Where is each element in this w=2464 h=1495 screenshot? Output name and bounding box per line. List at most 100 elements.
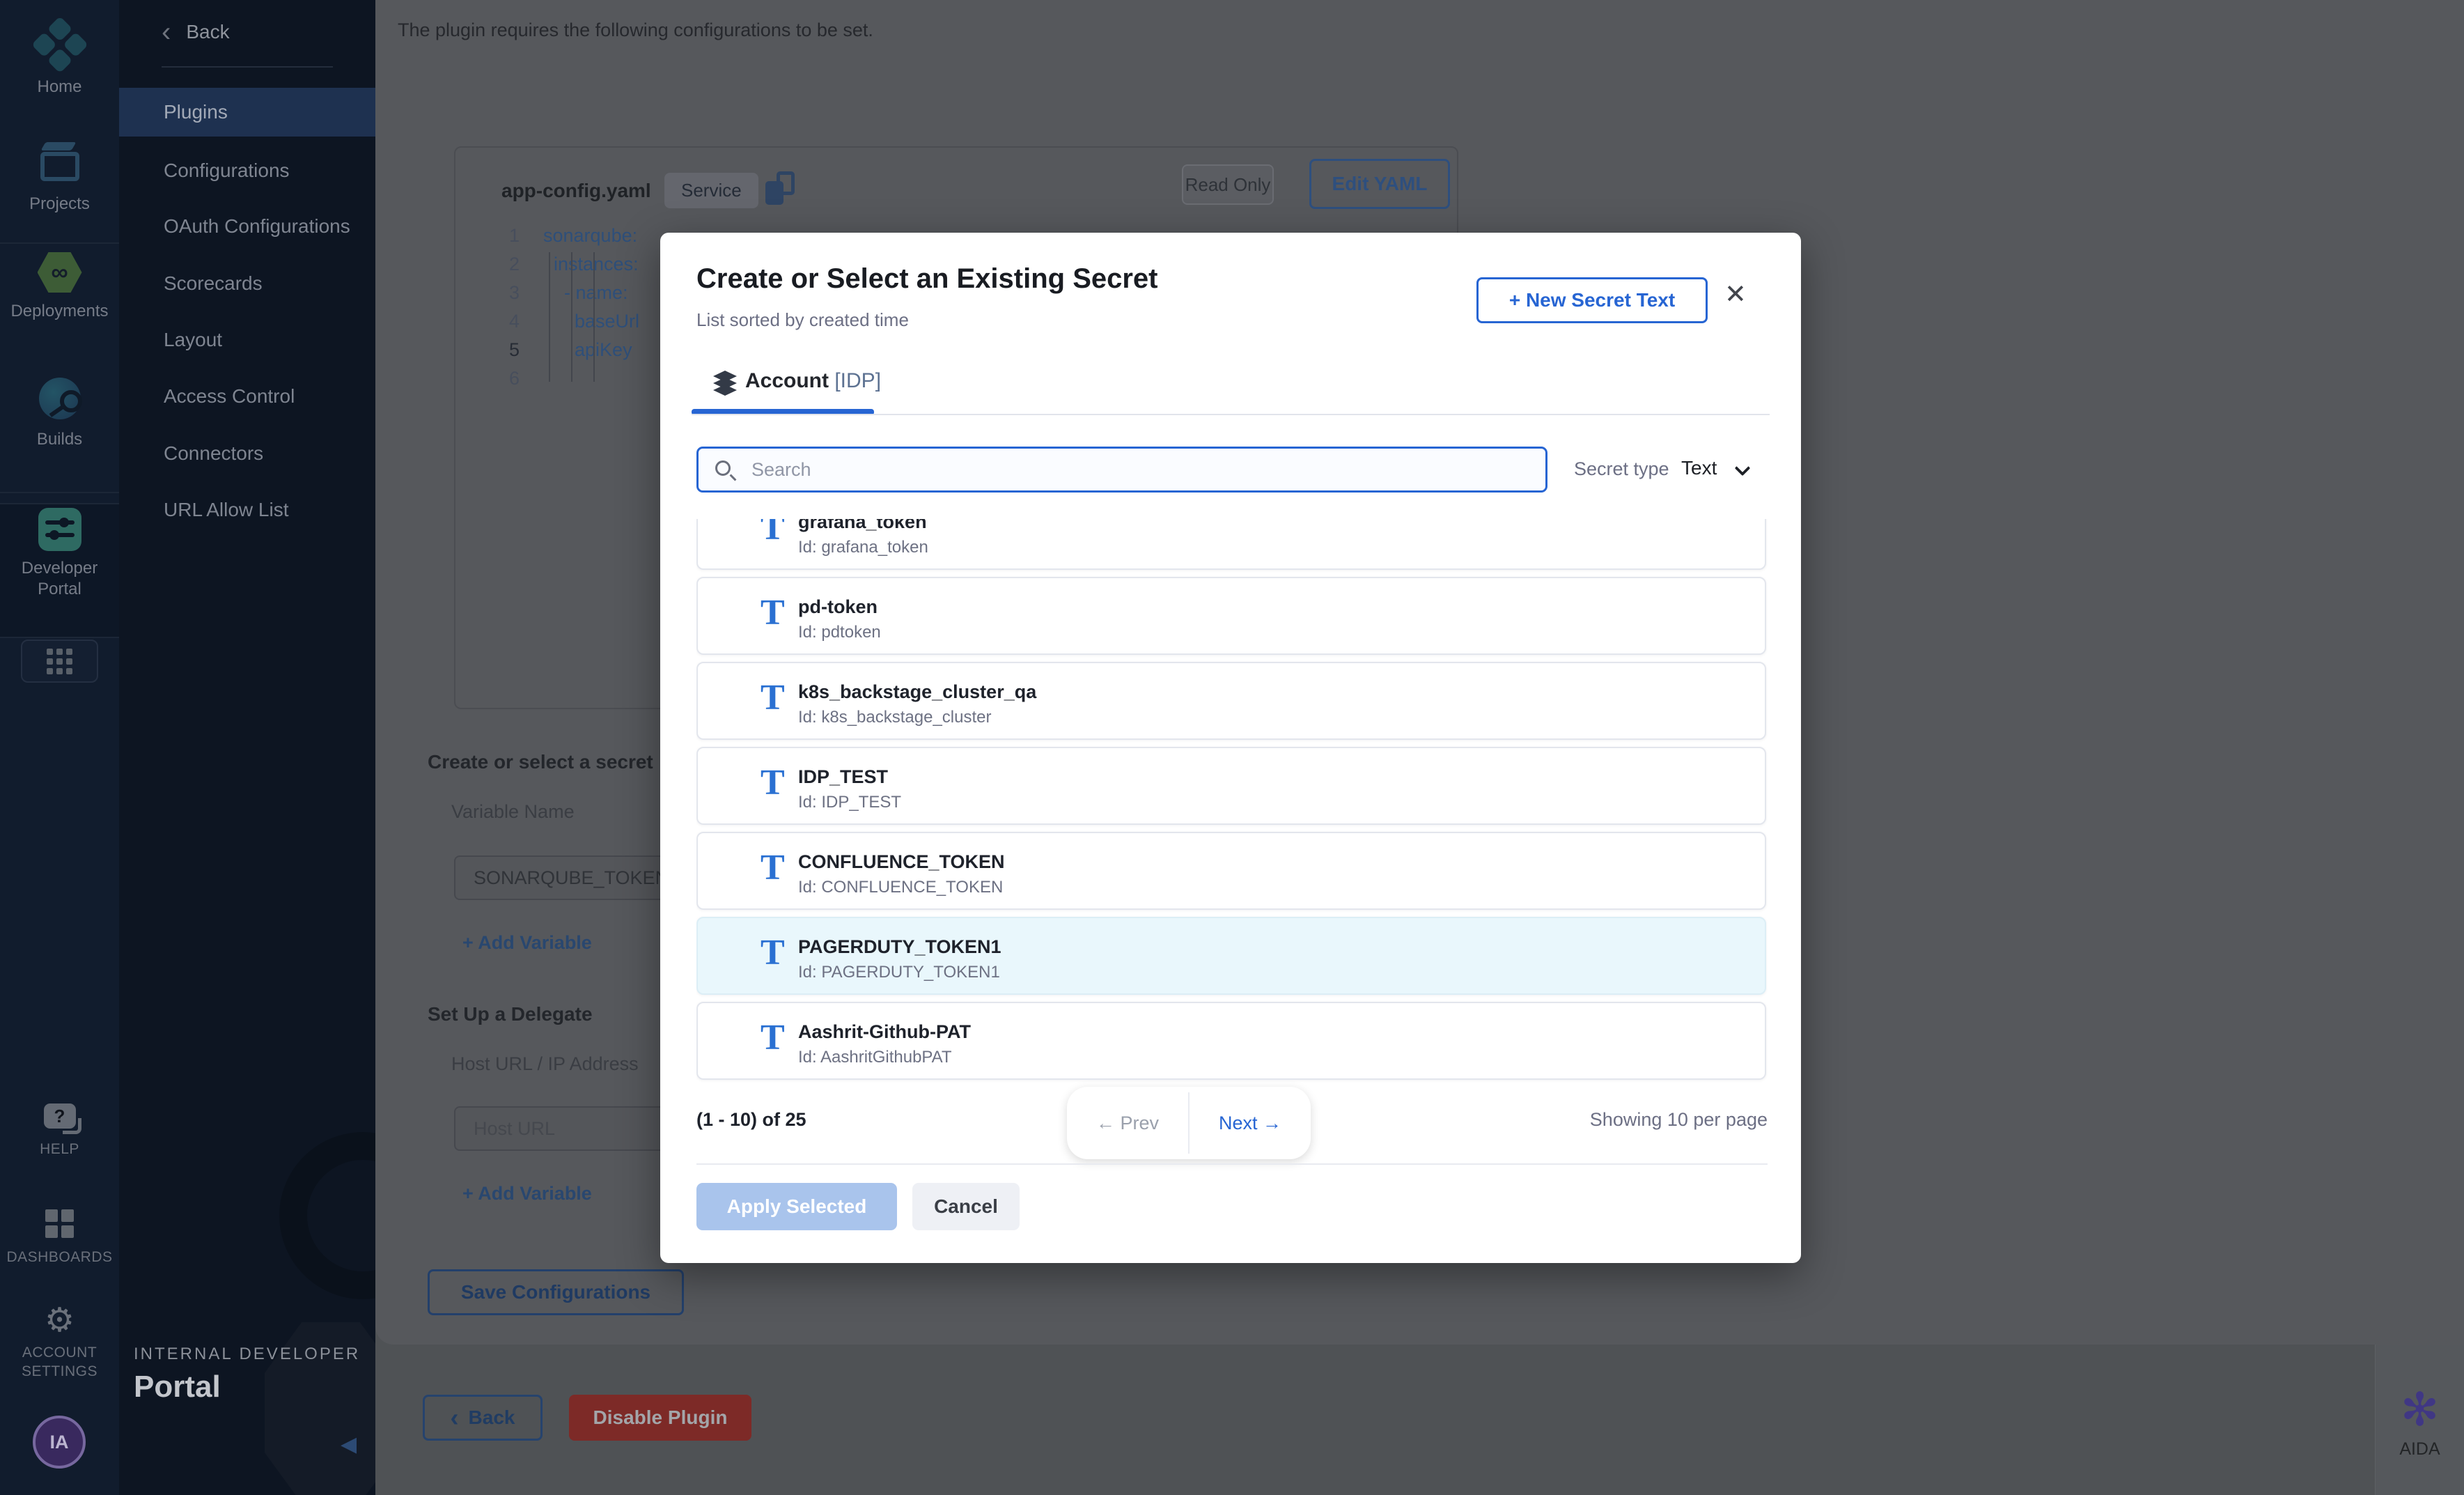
brand-block: INTERNAL DEVELOPER Portal xyxy=(134,1345,360,1404)
left-nav: Home Projects ∞ Deployments Builds Devel… xyxy=(0,0,119,1495)
search-input[interactable] xyxy=(750,450,1530,489)
secret-section-heading: Create or select a secret xyxy=(428,751,653,773)
line-number: 5 xyxy=(483,336,520,364)
cancel-button[interactable]: Cancel xyxy=(912,1183,1020,1230)
harness-logo-icon xyxy=(29,16,91,77)
code-text: baseUrl xyxy=(543,307,639,336)
aida-label: AIDA xyxy=(2376,1439,2464,1459)
read-only-toggle[interactable]: Read Only xyxy=(1182,164,1274,205)
sidebar-item-account-settings[interactable]: ⚙ ACCOUNT SETTINGS xyxy=(0,1304,119,1381)
watermark-ring xyxy=(279,1132,375,1299)
disable-plugin-button[interactable]: Disable Plugin xyxy=(569,1395,751,1441)
subnav-item-url-allow-list[interactable]: URL Allow List xyxy=(119,486,375,534)
secret-row-selected[interactable]: T PAGERDUTY_TOKEN1 Id: PAGERDUTY_TOKEN1 xyxy=(696,917,1766,995)
secret-row[interactable]: T CONFLUENCE_TOKEN Id: CONFLUENCE_TOKEN xyxy=(696,832,1766,910)
secret-type-label: Secret type xyxy=(1574,458,1669,480)
builds-icon xyxy=(39,378,81,419)
service-badge: Service xyxy=(664,173,758,208)
line-number: 6 xyxy=(483,364,520,393)
user-avatar[interactable]: IA xyxy=(33,1416,86,1469)
developer-portal-icon xyxy=(38,508,81,551)
pagination-pill: ← Prev Next → xyxy=(1067,1087,1311,1159)
sidebar-item-label: Developer Portal xyxy=(0,558,119,600)
subnav-item-oauth-configurations[interactable]: OAuth Configurations xyxy=(119,202,375,251)
sidebar-item-label: ACCOUNT SETTINGS xyxy=(0,1343,119,1381)
sidebar-item-help[interactable]: ? HELP xyxy=(0,1103,119,1159)
nav-divider xyxy=(0,242,119,244)
secret-name: grafana_token xyxy=(798,519,927,533)
add-variable-link[interactable]: + Add Variable xyxy=(462,932,592,954)
text-secret-icon: T xyxy=(761,680,784,716)
modal-footer-divider xyxy=(696,1163,1768,1165)
text-secret-icon: T xyxy=(761,1020,784,1056)
gear-icon: ⚙ xyxy=(0,1304,119,1338)
chevron-left-icon: ‹ xyxy=(162,17,171,47)
grid-icon xyxy=(47,649,72,674)
line-number: 3 xyxy=(483,279,520,307)
sidebar-item-deployments[interactable]: ∞ Deployments xyxy=(0,252,119,322)
save-configurations-button[interactable]: Save Configurations xyxy=(428,1269,684,1315)
close-icon[interactable]: ✕ xyxy=(1724,281,1747,308)
secret-name: CONFLUENCE_TOKEN xyxy=(798,851,1005,873)
code-text: sonarqube: xyxy=(543,222,637,250)
dashboards-icon xyxy=(45,1209,74,1238)
indent-guide xyxy=(571,252,572,382)
text-secret-icon: T xyxy=(761,595,784,631)
secret-id: Id: IDP_TEST xyxy=(798,793,901,812)
sidebar-item-projects[interactable]: Projects xyxy=(0,142,119,215)
back-button[interactable]: ‹ Back xyxy=(423,1395,543,1441)
module-picker-button[interactable] xyxy=(21,640,98,683)
sidebar-item-label: HELP xyxy=(0,1140,119,1159)
search-box xyxy=(696,447,1547,493)
sidebar-item-dashboards[interactable]: DASHBOARDS xyxy=(0,1209,119,1267)
secret-type-select[interactable]: Text xyxy=(1681,457,1717,479)
apply-selected-button[interactable]: Apply Selected xyxy=(696,1183,897,1230)
subnav-item-configurations[interactable]: Configurations xyxy=(119,146,375,195)
subnav-item-scorecards[interactable]: Scorecards xyxy=(119,259,375,308)
per-page-label: Showing 10 per page xyxy=(1419,1109,1768,1131)
yaml-filename: app-config.yaml xyxy=(501,180,651,202)
copy-icon[interactable] xyxy=(765,171,795,205)
subnav-back-button[interactable]: ‹Back xyxy=(162,21,230,43)
secret-row[interactable]: T IDP_TEST Id: IDP_TEST xyxy=(696,747,1766,825)
tab-scope-label: [IDP] xyxy=(834,369,881,392)
aida-widget[interactable]: ✻ AIDA xyxy=(2376,1345,2464,1495)
chevron-down-icon[interactable] xyxy=(1735,460,1751,477)
variable-name-label: Variable Name xyxy=(451,801,575,823)
line-number: 4 xyxy=(483,307,520,336)
subnav-item-connectors[interactable]: Connectors xyxy=(119,429,375,478)
add-variable-link-2[interactable]: + Add Variable xyxy=(462,1183,592,1204)
avatar-initials: IA xyxy=(50,1432,69,1453)
sidebar-item-home[interactable]: Home xyxy=(0,25,119,98)
secret-list: T grafana_token Id: grafana_token T pd-t… xyxy=(696,519,1768,1110)
help-icon: ? xyxy=(44,1103,76,1129)
subnav-item-access-control[interactable]: Access Control xyxy=(119,372,375,421)
secret-select-modal: Create or Select an Existing Secret List… xyxy=(660,233,1801,1263)
secret-name: Aashrit-Github-PAT xyxy=(798,1021,971,1043)
plugin-sub-nav: ‹Back Plugins Configurations OAuth Confi… xyxy=(119,0,375,1495)
next-page-button[interactable]: Next → xyxy=(1190,1087,1311,1159)
subnav-item-layout[interactable]: Layout xyxy=(119,316,375,364)
app-root: Home Projects ∞ Deployments Builds Devel… xyxy=(0,0,2464,1495)
collapse-sidebar-icon[interactable]: ◀ xyxy=(341,1432,357,1457)
sidebar-item-builds[interactable]: Builds xyxy=(0,378,119,450)
host-url-label: Host URL / IP Address xyxy=(451,1053,639,1075)
text-secret-icon: T xyxy=(761,850,784,886)
aida-flower-icon: ✻ xyxy=(2376,1386,2464,1432)
secret-row[interactable]: T Aashrit-Github-PAT Id: AashritGithubPA… xyxy=(696,1002,1766,1080)
secret-id: Id: grafana_token xyxy=(798,538,928,557)
edit-yaml-button[interactable]: Edit YAML xyxy=(1309,159,1450,209)
prev-page-button[interactable]: ← Prev xyxy=(1067,1087,1188,1159)
line-number: 2 xyxy=(483,250,520,279)
sidebar-item-developer-portal[interactable]: Developer Portal xyxy=(0,508,119,600)
new-secret-text-button[interactable]: + New Secret Text xyxy=(1476,277,1708,323)
line-number: 1 xyxy=(483,222,520,250)
secret-row[interactable]: T grafana_token Id: grafana_token xyxy=(696,519,1766,570)
modal-title: Create or Select an Existing Secret xyxy=(696,263,1158,295)
secret-row[interactable]: T k8s_backstage_cluster_qa Id: k8s_backs… xyxy=(696,662,1766,740)
secret-row[interactable]: T pd-token Id: pdtoken xyxy=(696,577,1766,655)
modal-subtitle: List sorted by created time xyxy=(696,309,909,331)
subnav-item-plugins[interactable]: Plugins xyxy=(119,88,375,137)
tab-account-idp[interactable]: Account [IDP] xyxy=(745,369,881,393)
brand-top-label: INTERNAL DEVELOPER xyxy=(134,1345,360,1364)
